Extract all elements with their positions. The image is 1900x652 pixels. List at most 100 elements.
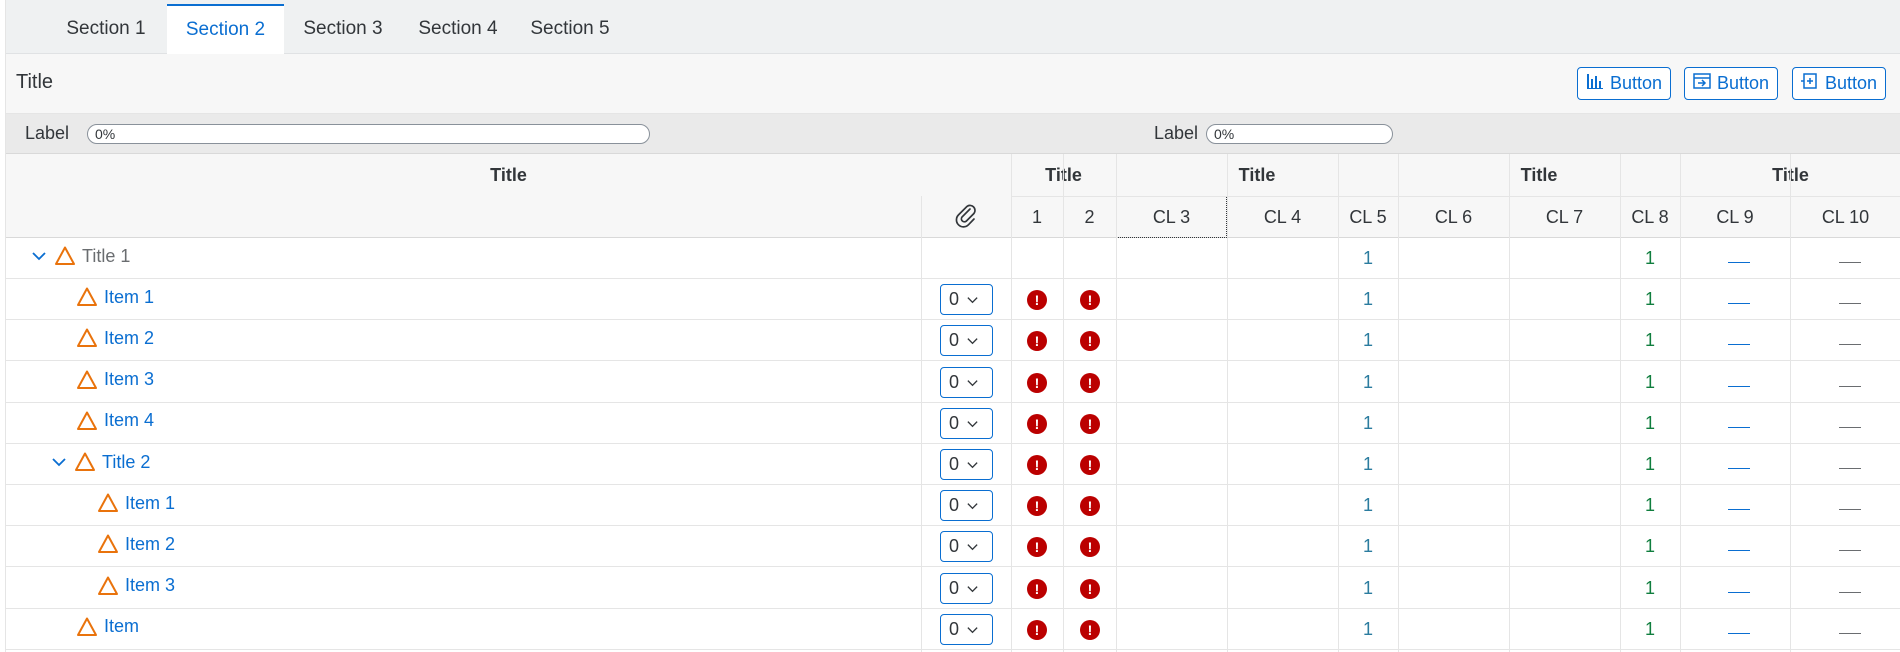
cl5-value: 1	[1362, 371, 1373, 392]
table-row[interactable]: Item 4 0!! 1 1	[6, 403, 1900, 444]
column-header-cl4[interactable]: CL 4	[1227, 196, 1338, 238]
calendar-button-label: Button	[1717, 73, 1770, 93]
left-label: Label	[25, 123, 70, 143]
cl8-value: 1	[1644, 412, 1655, 433]
cl9-empty-link[interactable]	[1728, 344, 1750, 346]
cl8-value: 1	[1644, 454, 1655, 474]
table-row[interactable]: Item 1 0!! 1 1	[6, 279, 1900, 321]
row-title-link[interactable]: Item 2	[104, 328, 154, 349]
row-title-link[interactable]: Item 1	[125, 493, 175, 514]
cl9-empty-link[interactable]	[1728, 262, 1750, 263]
row-title-cell: Item 1	[97, 492, 175, 514]
table-row[interactable]: Item 2 0!! 1 1	[6, 526, 1900, 568]
cl10-empty-value	[1839, 550, 1861, 552]
column-header-cl6[interactable]: CL 6	[1398, 196, 1509, 238]
tab-section-4[interactable]: Section 4	[400, 4, 516, 54]
error-status-icon: !	[1027, 413, 1047, 434]
cl9-empty-link[interactable]	[1728, 468, 1750, 469]
cl10-empty-value	[1839, 262, 1861, 263]
row-title-link[interactable]: Item	[104, 616, 139, 637]
cl5-value: 1	[1362, 289, 1373, 310]
cl5-value: 1	[1362, 330, 1373, 351]
cl10-empty-value	[1839, 468, 1861, 469]
row-title-link[interactable]: Title 2	[102, 452, 150, 473]
attachment-count-select[interactable]: 0	[940, 449, 993, 480]
table-row[interactable]: Item 2 0!! 1 1	[6, 320, 1900, 362]
column-header-cl5[interactable]: CL 5	[1338, 196, 1398, 238]
cl8-value: 1	[1644, 330, 1655, 351]
tab-section-1[interactable]: Section 1	[48, 4, 164, 54]
attachment-count-select[interactable]: 0	[940, 613, 993, 645]
row-title-link[interactable]: Item 3	[104, 369, 154, 390]
row-title-link[interactable]: Item 3	[125, 575, 175, 596]
table-row[interactable]: Item 3 0!! 1 1	[6, 568, 1900, 609]
cl9-empty-link[interactable]	[1728, 509, 1750, 511]
row-title-cell: Title 1	[30, 245, 130, 267]
expand-collapse-chevron-icon[interactable]	[50, 453, 68, 471]
attachment-count-select[interactable]: 0	[940, 531, 993, 563]
table-row[interactable]: Title 1 1 1	[6, 238, 1900, 279]
error-status-icon: !	[1027, 496, 1047, 517]
error-status-icon: !	[1080, 537, 1100, 558]
add-button[interactable]: Button	[1792, 67, 1887, 100]
chevron-down-icon	[966, 623, 979, 636]
group-header-title-3: Title	[1238, 164, 1276, 185]
chart-button[interactable]: Button	[1577, 67, 1672, 100]
column-header-1[interactable]: 1	[1011, 196, 1063, 238]
column-header-cl8[interactable]: CL 8	[1620, 196, 1680, 238]
row-title-cell: Item 1	[76, 286, 154, 308]
row-title-cell: Item 2	[76, 327, 154, 349]
table-row[interactable]: Item 0!! 1 1	[6, 609, 1900, 650]
paperclip-icon	[953, 202, 979, 233]
cl10-empty-value	[1839, 426, 1861, 428]
cl9-empty-link[interactable]	[1728, 550, 1750, 552]
attachment-header[interactable]	[921, 196, 1011, 238]
error-status-icon: !	[1027, 619, 1047, 640]
left-progress-indicator: 0%	[87, 124, 650, 144]
tab-section-3[interactable]: Section 3	[285, 4, 401, 54]
row-title-link[interactable]: Item 4	[104, 410, 154, 431]
cl9-empty-link[interactable]	[1728, 385, 1750, 387]
attachment-count-select[interactable]: 0	[940, 284, 993, 316]
cl9-empty-link[interactable]	[1728, 303, 1750, 305]
row-title-cell: Item 4	[76, 410, 154, 432]
tab-section-2[interactable]: Section 2	[167, 4, 284, 54]
column-chart-icon	[1585, 71, 1605, 96]
cl10-empty-value	[1839, 632, 1861, 634]
cl8-value: 1	[1644, 618, 1655, 639]
warning-triangle-icon	[97, 533, 119, 555]
column-header-cl7[interactable]: CL 7	[1509, 196, 1620, 238]
attachment-count-select[interactable]: 0	[940, 572, 993, 604]
error-status-icon: !	[1027, 290, 1047, 311]
attachment-count-select[interactable]: 0	[940, 325, 993, 357]
cl10-empty-value	[1839, 344, 1861, 346]
row-title-cell: Item	[76, 616, 139, 638]
cl5-value: 1	[1362, 577, 1373, 598]
error-status-icon: !	[1080, 290, 1100, 311]
attachment-count-select[interactable]: 0	[940, 407, 993, 439]
select-value: 0	[949, 536, 960, 557]
expand-collapse-chevron-icon[interactable]	[30, 247, 48, 265]
app-frame: Section 1 Section 2 Section 3 Section 4 …	[5, 0, 1900, 652]
attachment-count-select[interactable]: 0	[940, 490, 993, 522]
row-title-link[interactable]: Item 2	[125, 534, 175, 555]
column-header-cl9[interactable]: CL 9	[1680, 196, 1790, 238]
table-row[interactable]: Item 1 0!! 1 1	[6, 485, 1900, 527]
attachment-count-select[interactable]: 0	[940, 366, 993, 398]
row-title-link[interactable]: Item 1	[104, 287, 154, 308]
cl9-empty-link[interactable]	[1728, 632, 1750, 634]
cl9-empty-link[interactable]	[1728, 426, 1750, 428]
select-value: 0	[949, 412, 960, 433]
column-header-cl10[interactable]: CL 10	[1790, 196, 1900, 238]
error-status-icon: !	[1027, 537, 1047, 558]
calendar-button[interactable]: Button	[1684, 67, 1779, 100]
cl9-empty-link[interactable]	[1728, 591, 1750, 593]
cl10-empty-value	[1839, 591, 1861, 593]
tab-section-5[interactable]: Section 5	[512, 4, 628, 54]
cl5-value: 1	[1362, 454, 1373, 474]
select-value: 0	[949, 289, 960, 310]
warning-triangle-icon	[76, 286, 98, 308]
column-header-2[interactable]: 2	[1063, 196, 1116, 238]
table-row[interactable]: Title 2 0!! 1 1	[6, 444, 1900, 485]
table-row[interactable]: Item 3 0!! 1 1	[6, 362, 1900, 403]
